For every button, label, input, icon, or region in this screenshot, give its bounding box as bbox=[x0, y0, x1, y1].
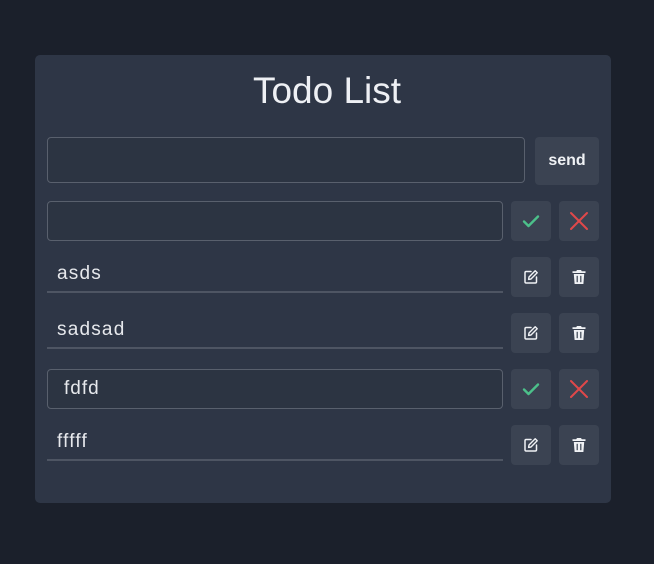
confirm-button[interactable] bbox=[511, 369, 551, 409]
delete-button[interactable] bbox=[559, 313, 599, 353]
close-icon bbox=[570, 212, 588, 230]
delete-button[interactable] bbox=[559, 257, 599, 297]
trash-icon bbox=[572, 326, 586, 340]
edit-icon bbox=[524, 326, 538, 340]
edit-button[interactable] bbox=[511, 313, 551, 353]
send-button[interactable]: send bbox=[535, 137, 599, 185]
todo-row: sadsad bbox=[47, 313, 599, 353]
edit-icon bbox=[524, 438, 538, 452]
todo-edit-input[interactable] bbox=[47, 201, 503, 241]
edit-button[interactable] bbox=[511, 425, 551, 465]
page-title: Todo List bbox=[252, 70, 402, 111]
check-icon bbox=[522, 383, 540, 396]
todo-row bbox=[47, 369, 599, 409]
edit-button[interactable] bbox=[511, 257, 551, 297]
confirm-button[interactable] bbox=[511, 201, 551, 241]
trash-icon bbox=[572, 438, 586, 452]
todo-row: fffff bbox=[47, 425, 599, 465]
todo-text: asds bbox=[47, 257, 503, 293]
cancel-button[interactable] bbox=[559, 369, 599, 409]
cancel-button[interactable] bbox=[559, 201, 599, 241]
edit-icon bbox=[524, 270, 538, 284]
delete-button[interactable] bbox=[559, 425, 599, 465]
todo-edit-input[interactable] bbox=[47, 369, 503, 409]
todo-row: asds bbox=[47, 257, 599, 297]
todo-row bbox=[47, 201, 599, 241]
close-icon bbox=[570, 380, 588, 398]
new-todo-input[interactable] bbox=[47, 137, 525, 183]
todo-text: fffff bbox=[47, 425, 503, 461]
trash-icon bbox=[572, 270, 586, 284]
todo-text: sadsad bbox=[47, 313, 503, 349]
check-icon bbox=[522, 215, 540, 228]
